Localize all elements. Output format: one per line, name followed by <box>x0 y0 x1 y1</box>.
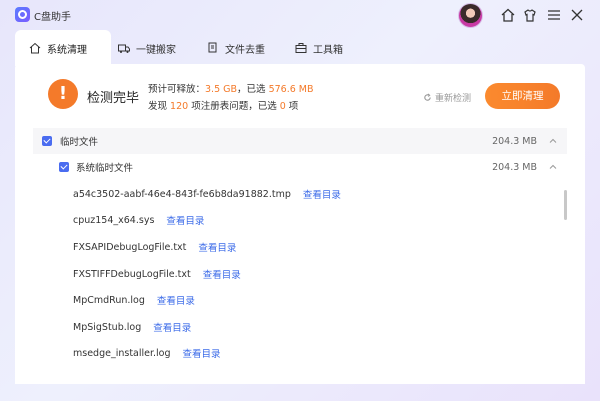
file-name: a54c3502-aabf-46e4-843f-fe6b8da91882.tmp <box>73 188 291 200</box>
view-directory-link[interactable]: 查看目录 <box>198 240 236 254</box>
list-item: MpCmdRun.log 查看目录 <box>73 287 195 313</box>
file-list: 临时文件 204.3 MB 系统临时文件 204.3 MB a54c3502-a… <box>33 128 567 384</box>
tab-label: 一键搬家 <box>136 44 176 56</box>
app-title: C盘助手 <box>34 12 71 23</box>
tab-system-clean[interactable]: 系统清理 <box>29 33 87 63</box>
tab-label: 文件去重 <box>225 44 265 56</box>
group-size: 204.3 MB <box>492 135 537 147</box>
issues-count: 120 <box>170 101 189 112</box>
release-summary: 预计可释放：3.5 GB，已选 576.6 MB <box>148 81 314 95</box>
issues-suffix: 项 <box>285 101 299 112</box>
tab-label: 工具箱 <box>313 44 343 56</box>
menu-icon[interactable] <box>546 7 562 23</box>
list-item: cpuz154_x64.sys 查看目录 <box>73 207 204 233</box>
issues-mid: 项注册表问题，已选 <box>188 101 280 112</box>
main-panel: ! 检测完毕 预计可释放：3.5 GB，已选 576.6 MB 发现 120 项… <box>15 64 585 384</box>
file-name: cpuz154_x64.sys <box>73 214 155 226</box>
home-icon[interactable] <box>500 7 516 23</box>
subgroup-label: 系统临时文件 <box>76 163 134 174</box>
view-directory-link[interactable]: 查看目录 <box>153 320 191 334</box>
view-directory-link[interactable]: 查看目录 <box>303 187 341 201</box>
file-name: FXSTIFFDebugLogFile.txt <box>73 268 191 280</box>
tab-label: 系统清理 <box>47 44 87 56</box>
subgroup-checkbox[interactable] <box>59 162 69 172</box>
group-row-temp-files[interactable]: 临时文件 204.3 MB <box>33 128 567 154</box>
files-icon <box>208 42 217 53</box>
skin-icon[interactable] <box>522 7 538 23</box>
rescan-label: 重新检测 <box>435 94 472 104</box>
tab-one-click-move[interactable]: 一键搬家 <box>118 33 176 63</box>
registry-summary: 发现 120 项注册表问题，已选 0 项 <box>148 98 298 112</box>
chevron-up-icon[interactable] <box>549 163 557 171</box>
scrollbar[interactable] <box>564 190 567 220</box>
tab-toolbox[interactable]: 工具箱 <box>295 33 343 63</box>
releasable-size: 3.5 GB <box>205 84 238 95</box>
file-name: MpCmdRun.log <box>73 294 145 306</box>
refresh-icon <box>424 93 431 101</box>
truck-icon <box>118 44 130 53</box>
close-icon[interactable] <box>569 7 585 23</box>
selected-size: 576.6 MB <box>268 84 314 95</box>
warning-icon: ! <box>48 79 78 109</box>
file-name: MpSigStub.log <box>73 321 142 333</box>
chevron-up-icon[interactable] <box>549 137 557 145</box>
avatar[interactable] <box>458 3 483 28</box>
list-item: FXSAPIDebugLogFile.txt 查看目录 <box>73 234 236 260</box>
subgroup-size: 204.3 MB <box>492 161 537 173</box>
list-item: msedge_installer.log 查看目录 <box>73 340 221 366</box>
list-item: MpSigStub.log 查看目录 <box>73 314 191 340</box>
scan-status-title: 检测完毕 <box>87 91 140 106</box>
file-name: FXSAPIDebugLogFile.txt <box>73 241 187 253</box>
view-directory-link[interactable]: 查看目录 <box>183 346 221 360</box>
view-directory-link[interactable]: 查看目录 <box>203 267 241 281</box>
issues-prefix: 发现 <box>148 101 171 112</box>
file-name: msedge_installer.log <box>73 347 171 359</box>
toolbox-icon <box>295 43 307 53</box>
clean-now-button[interactable]: 立即清理 <box>485 83 560 109</box>
tab-dedupe[interactable]: 文件去重 <box>207 33 265 63</box>
home-clean-icon <box>29 42 41 54</box>
view-directory-link[interactable]: 查看目录 <box>166 213 204 227</box>
list-item: a54c3502-aabf-46e4-843f-fe6b8da91882.tmp… <box>73 181 341 207</box>
subgroup-row-system-temp[interactable]: 系统临时文件 204.3 MB <box>33 154 567 180</box>
group-label: 临时文件 <box>60 137 99 148</box>
rescan-button[interactable]: 重新检测 <box>423 91 471 104</box>
group-checkbox[interactable] <box>42 136 52 146</box>
app-logo-icon <box>15 7 30 22</box>
view-directory-link[interactable]: 查看目录 <box>157 293 195 307</box>
release-label: 预计可释放： <box>148 84 206 95</box>
title-bar: C盘助手 <box>0 0 600 30</box>
list-item: FXSTIFFDebugLogFile.txt 查看目录 <box>73 261 241 287</box>
selected-label: ，已选 <box>237 84 269 95</box>
